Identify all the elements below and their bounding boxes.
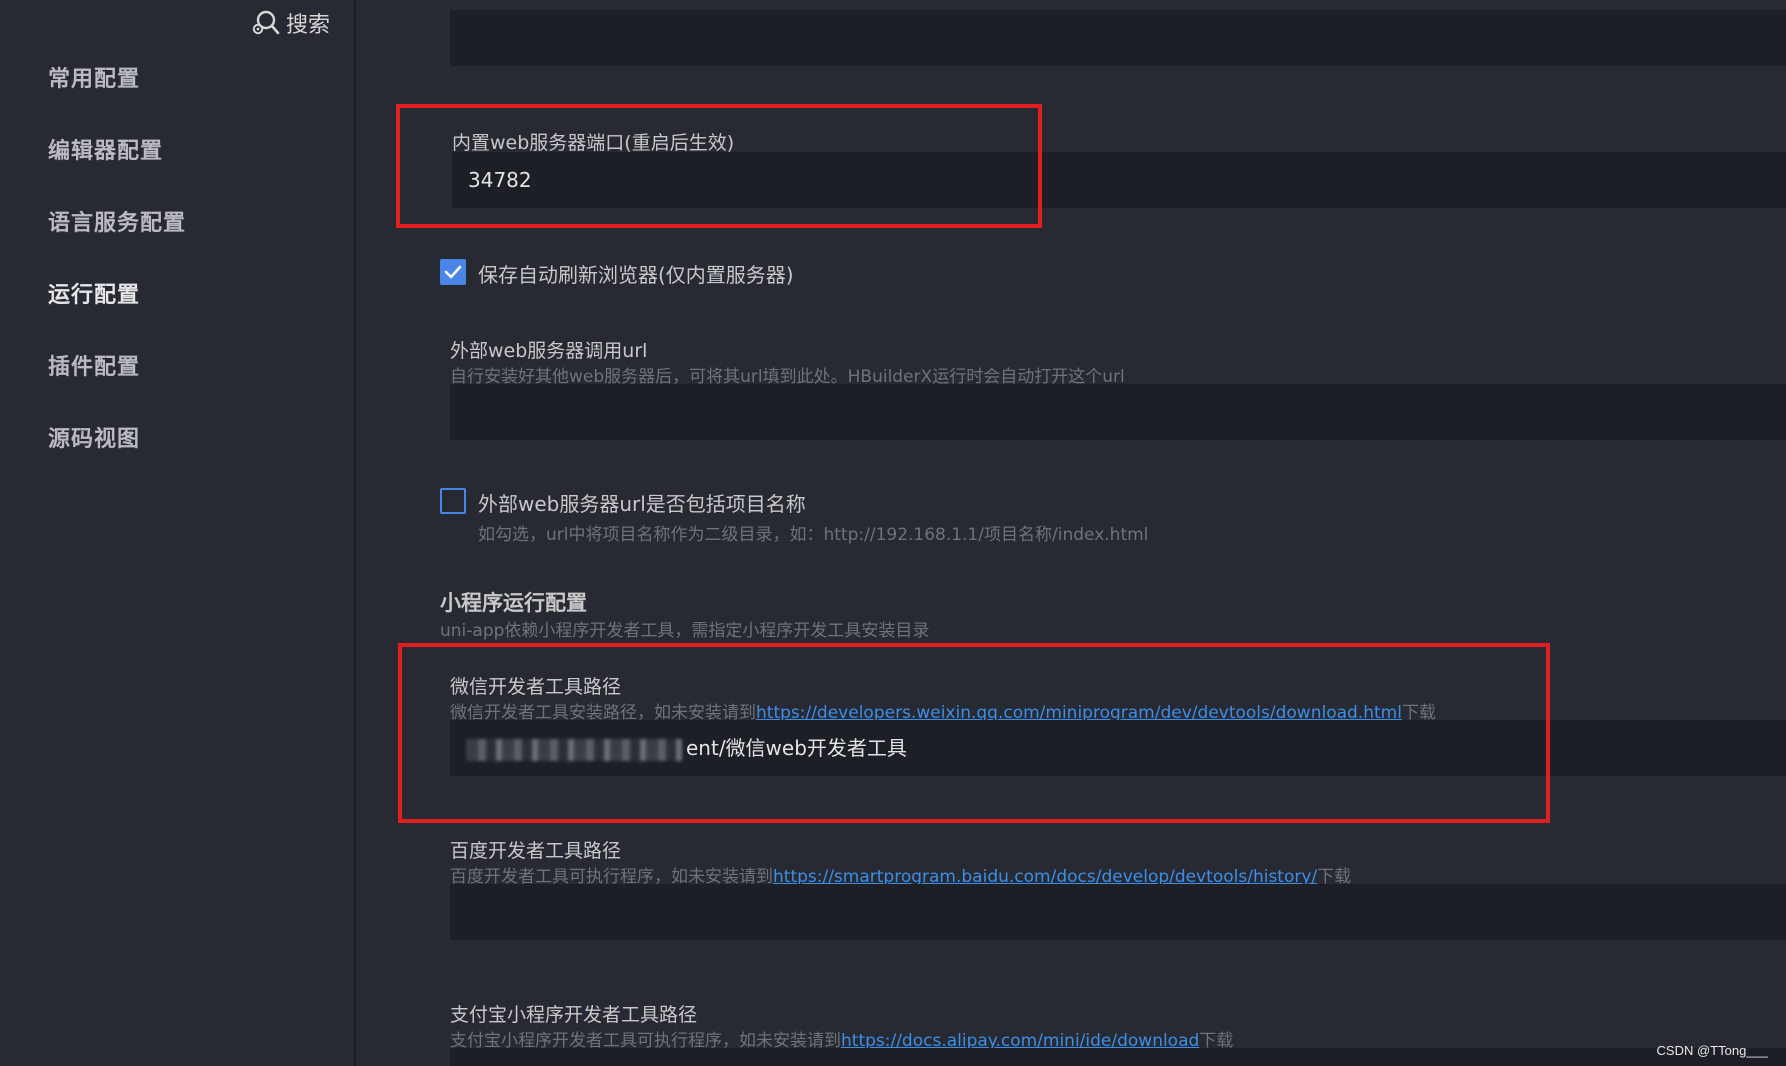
alipay-devtools-label: 支付宝小程序开发者工具路径 (450, 1004, 698, 1026)
external-url-input[interactable] (450, 384, 1786, 440)
web-port-input[interactable]: 34782 (452, 152, 1786, 208)
search-button[interactable]: 搜索 (250, 8, 330, 38)
search-icon (252, 10, 280, 35)
alipay-devtools-path-input[interactable] (450, 1048, 1786, 1066)
mini-program-section-hint: uni-app依赖小程序开发者工具，需指定小程序开发工具安装目录 (440, 621, 930, 641)
checkmark-icon (444, 265, 462, 279)
sidebar-item-common[interactable]: 常用配置 (48, 61, 140, 93)
wechat-devtools-label: 微信开发者工具路径 (450, 676, 622, 698)
watermark: CSDN @TTong___ (1656, 1043, 1768, 1058)
auto-refresh-label: 保存自动刷新浏览器(仅内置服务器) (478, 263, 794, 287)
previous-setting-input[interactable] (450, 10, 1786, 66)
sidebar-item-run[interactable]: 运行配置 (48, 277, 140, 309)
external-url-label: 外部web服务器调用url (450, 340, 648, 362)
mini-program-section-title: 小程序运行配置 (440, 591, 587, 615)
settings-panel: 内置web服务器端口(重启后生效) 34782 保存自动刷新浏览器(仅内置服务器… (358, 0, 1786, 1066)
sidebar-item-editor[interactable]: 编辑器配置 (48, 133, 163, 165)
sidebar-item-source-view[interactable]: 源码视图 (48, 421, 140, 453)
sidebar: 搜索 常用配置 编辑器配置 语言服务配置 运行配置 插件配置 源码视图 (0, 0, 356, 1066)
redacted-path (466, 738, 682, 761)
sidebar-item-language-service[interactable]: 语言服务配置 (48, 205, 186, 237)
baidu-devtools-label: 百度开发者工具路径 (450, 840, 622, 862)
baidu-devtools-path-input[interactable] (450, 884, 1786, 940)
wechat-devtools-path-input[interactable]: ent/微信web开发者工具 (450, 720, 1786, 776)
settings-window: 搜索 常用配置 编辑器配置 语言服务配置 运行配置 插件配置 源码视图 内置we… (0, 0, 1786, 1066)
include-project-name-checkbox[interactable] (440, 488, 466, 514)
include-project-name-label: 外部web服务器url是否包括项目名称 (478, 492, 806, 516)
web-port-label: 内置web服务器端口(重启后生效) (452, 132, 735, 154)
auto-refresh-checkbox[interactable] (440, 259, 466, 285)
sidebar-item-plugins[interactable]: 插件配置 (48, 349, 140, 381)
search-label: 搜索 (286, 13, 331, 38)
include-project-name-hint: 如勾选，url中将项目名称作为二级目录，如：http://192.168.1.1… (478, 525, 1149, 545)
